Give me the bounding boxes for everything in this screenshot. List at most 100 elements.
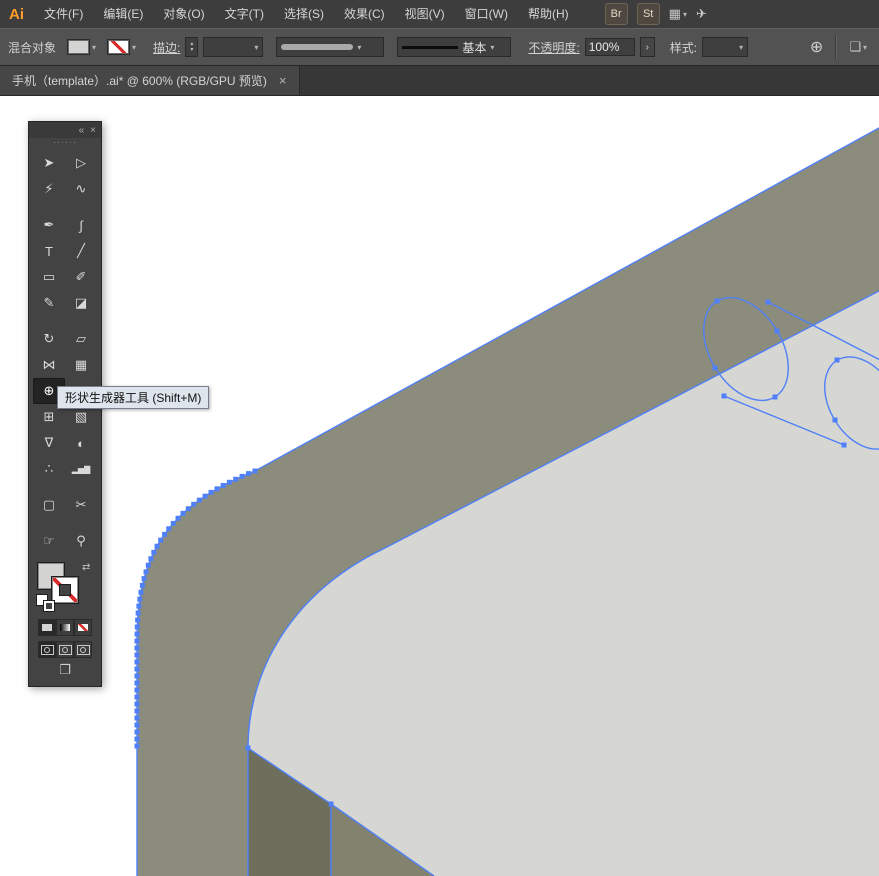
menu-select[interactable]: 选择(S) bbox=[274, 0, 334, 28]
anchor-point[interactable] bbox=[772, 394, 778, 400]
stroke-weight-stepper[interactable]: ▴ ▾ bbox=[185, 37, 199, 57]
zoom-tool[interactable]: ⚲ bbox=[65, 528, 97, 554]
anchor-point[interactable] bbox=[134, 736, 140, 742]
anchor-point[interactable] bbox=[714, 298, 720, 304]
stroke-color-control[interactable]: ▾ bbox=[107, 39, 136, 55]
anchor-point[interactable] bbox=[134, 743, 140, 749]
stroke-weight-label[interactable]: 描边: bbox=[153, 39, 180, 56]
eyedropper-tool[interactable]: ∇ bbox=[33, 430, 65, 456]
anchor-point[interactable] bbox=[134, 694, 140, 700]
panel-drag-grip[interactable]: ······ bbox=[29, 138, 101, 150]
curvature-tool[interactable]: ∫ bbox=[65, 212, 97, 238]
magic-wand-tool[interactable]: ⚡ bbox=[33, 176, 65, 202]
anchor-point[interactable] bbox=[134, 638, 140, 644]
anchor-point[interactable] bbox=[134, 652, 140, 658]
anchor-point[interactable] bbox=[134, 673, 140, 679]
menu-object[interactable]: 对象(O) bbox=[153, 0, 214, 28]
artwork-canvas[interactable] bbox=[0, 96, 879, 876]
anchor-point[interactable] bbox=[170, 520, 176, 526]
menu-help[interactable]: 帮助(H) bbox=[518, 0, 579, 28]
anchor-point[interactable] bbox=[134, 715, 140, 721]
anchor-point[interactable] bbox=[226, 479, 232, 485]
style-select[interactable]: ▾ bbox=[702, 37, 749, 57]
stroke-color-indicator[interactable] bbox=[51, 576, 79, 604]
opacity-input[interactable] bbox=[584, 38, 635, 56]
menu-type[interactable]: 文字(T) bbox=[215, 0, 274, 28]
anchor-point[interactable] bbox=[245, 471, 251, 477]
anchor-point[interactable] bbox=[135, 610, 141, 616]
anchor-point[interactable] bbox=[137, 596, 143, 602]
menu-view[interactable]: 视图(V) bbox=[395, 0, 455, 28]
anchor-point[interactable] bbox=[841, 442, 847, 448]
share-button[interactable]: ✈ bbox=[696, 6, 707, 22]
anchor-point[interactable] bbox=[765, 299, 771, 305]
eraser-tool[interactable]: ◪ bbox=[65, 290, 97, 316]
anchor-point[interactable] bbox=[208, 489, 214, 495]
line-segment-tool[interactable]: ╱ bbox=[65, 238, 97, 264]
anchor-point[interactable] bbox=[138, 589, 144, 595]
document-setup-button[interactable]: ❏ ▾ bbox=[849, 39, 867, 55]
anchor-point[interactable] bbox=[239, 473, 245, 479]
anchor-point[interactable] bbox=[139, 582, 145, 588]
close-panel-icon[interactable]: × bbox=[90, 125, 96, 136]
menu-window[interactable]: 窗口(W) bbox=[455, 0, 518, 28]
rotate-tool[interactable]: ↻ bbox=[33, 326, 65, 352]
anchor-point[interactable] bbox=[143, 569, 149, 575]
menu-edit[interactable]: 编辑(E) bbox=[93, 0, 153, 28]
paintbrush-tool[interactable]: ✐ bbox=[65, 264, 97, 290]
anchor-point[interactable] bbox=[134, 624, 140, 630]
globe-icon[interactable]: ⊕ bbox=[810, 37, 823, 57]
anchor-point[interactable] bbox=[166, 526, 172, 532]
width-profile-select[interactable]: ▾ bbox=[276, 37, 385, 57]
draw-normal-button[interactable] bbox=[38, 641, 56, 658]
anchor-point[interactable] bbox=[834, 357, 840, 363]
draw-behind-button[interactable] bbox=[56, 641, 74, 658]
anchor-point[interactable] bbox=[134, 701, 140, 707]
anchor-point[interactable] bbox=[832, 417, 838, 423]
scale-tool[interactable]: ▱ bbox=[65, 326, 97, 352]
anchor-point[interactable] bbox=[134, 680, 140, 686]
default-stroke-swatch[interactable] bbox=[43, 600, 55, 612]
pen-tool[interactable]: ✒ bbox=[33, 212, 65, 238]
anchor-point[interactable] bbox=[134, 645, 140, 651]
direct-selection-tool[interactable]: ▷ bbox=[65, 150, 97, 176]
draw-inside-button[interactable] bbox=[74, 641, 92, 658]
anchor-point[interactable] bbox=[245, 745, 251, 751]
column-graph-tool[interactable]: ▂▅▇ bbox=[65, 456, 97, 482]
anchor-point[interactable] bbox=[134, 708, 140, 714]
anchor-point[interactable] bbox=[252, 468, 258, 474]
anchor-point[interactable] bbox=[154, 543, 160, 549]
anchor-point[interactable] bbox=[158, 537, 164, 543]
fill-color-control[interactable]: ▾ bbox=[67, 39, 96, 55]
menu-file[interactable]: 文件(F) bbox=[34, 0, 93, 28]
shaper-tool[interactable]: ✎ bbox=[33, 290, 65, 316]
anchor-point[interactable] bbox=[220, 482, 226, 488]
anchor-point[interactable] bbox=[134, 687, 140, 693]
anchor-point[interactable] bbox=[233, 476, 239, 482]
anchor-point[interactable] bbox=[328, 801, 334, 807]
anchor-point[interactable] bbox=[214, 486, 220, 492]
lasso-tool[interactable]: ∿ bbox=[65, 176, 97, 202]
screen-mode-button[interactable]: ❐ bbox=[29, 658, 101, 682]
type-tool[interactable]: T bbox=[33, 238, 65, 264]
collapse-panel-icon[interactable]: « bbox=[79, 125, 85, 136]
close-icon[interactable]: × bbox=[279, 73, 287, 88]
selection-tool[interactable]: ➤ bbox=[33, 150, 65, 176]
anchor-point[interactable] bbox=[196, 497, 202, 503]
anchor-point[interactable] bbox=[774, 328, 780, 334]
anchor-point[interactable] bbox=[134, 722, 140, 728]
anchor-point[interactable] bbox=[135, 617, 141, 623]
stock-button[interactable]: St bbox=[636, 3, 660, 25]
brush-definition-select[interactable]: 基本 ▾ bbox=[397, 37, 512, 57]
anchor-point[interactable] bbox=[175, 515, 181, 521]
artboard-tool[interactable]: ▢ bbox=[33, 492, 65, 518]
blend-tool[interactable]: ◐ bbox=[65, 430, 97, 456]
anchor-point[interactable] bbox=[134, 729, 140, 735]
anchor-point[interactable] bbox=[162, 531, 168, 537]
anchor-point[interactable] bbox=[148, 556, 154, 562]
hand-tool[interactable]: ☞ bbox=[33, 528, 65, 554]
fill-swatch[interactable] bbox=[67, 39, 91, 55]
canvas-area[interactable]: « × ······ ➤▷⚡∿✒∫T╱▭✐✎◪↻▱⋈▦⊕△⊞▧∇◐∴▂▅▇▢✂☞… bbox=[0, 96, 879, 876]
anchor-point[interactable] bbox=[180, 510, 186, 516]
symbol-sprayer-tool[interactable]: ∴ bbox=[33, 456, 65, 482]
